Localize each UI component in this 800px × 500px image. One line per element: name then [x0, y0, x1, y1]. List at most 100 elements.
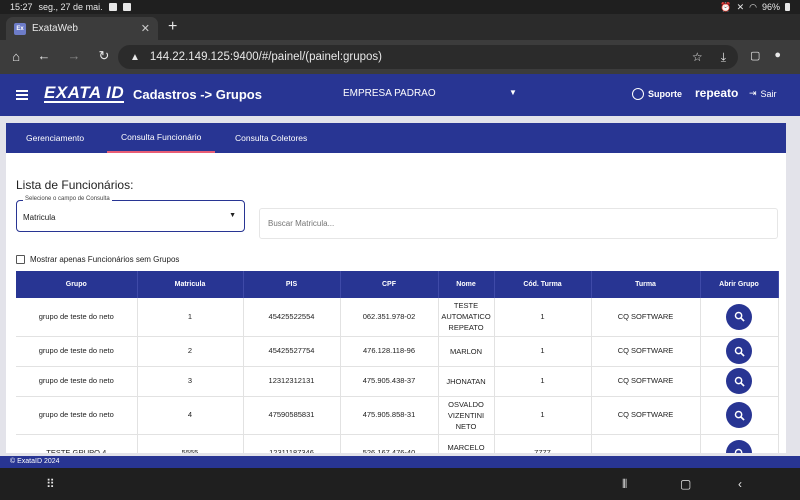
notification-icon [108, 3, 117, 11]
home-icon[interactable]: ⌂ [2, 49, 30, 64]
user-name: repeato [695, 86, 739, 100]
reload-icon[interactable]: ↻ [90, 48, 118, 64]
search-icon [734, 346, 745, 357]
search-field[interactable] [259, 208, 778, 239]
status-date: seg., 27 de mai. [38, 2, 103, 12]
column-header: Nome [438, 271, 495, 298]
tab-count-icon[interactable]: ▢ [750, 49, 760, 62]
cell-abrir-grupo [700, 336, 779, 367]
cell-pis: 45425527754 [243, 336, 341, 367]
tab-consulta-coletores[interactable]: Consulta Coletores [235, 123, 307, 153]
tab-consulta-funcionario[interactable]: Consulta Funcionário [107, 123, 216, 153]
battery-level: 96% [761, 2, 780, 12]
tab-gerenciamento[interactable]: Gerenciamento [26, 123, 84, 153]
cell-grupo: grupo de teste do neto [16, 396, 138, 435]
cell-matricula: 3 [137, 366, 244, 397]
wifi-icon: ◠ [749, 1, 757, 12]
column-header: Abrir Grupo [700, 271, 779, 298]
cell-matricula: 4 [137, 396, 244, 435]
support-label: Suporte [648, 89, 683, 99]
cell-cpf: 475.905.858-31 [340, 396, 439, 435]
app-drawer-icon[interactable]: ⠿ [46, 477, 55, 491]
table-row: grupo de teste do neto 4 47590585831 475… [16, 396, 779, 435]
cell-abrir-grupo [700, 298, 779, 337]
table-row: TESTE GRUPO 4 5555 12311187346 526.167.4… [16, 434, 779, 453]
select-value: Matricula [23, 213, 56, 222]
cell-abrir-grupo [700, 434, 779, 453]
download-icon[interactable]: ⤓ [721, 50, 726, 65]
search-input[interactable] [260, 209, 777, 238]
only-without-groups-checkbox[interactable]: Mostrar apenas Funcionários sem Grupos [16, 255, 179, 264]
cell-turma: CQ SOFTWARE [591, 336, 701, 367]
logout-label: Sair [760, 88, 777, 99]
cell-grupo: grupo de teste do neto [16, 298, 138, 337]
mute-icon: ✕ [736, 1, 745, 12]
hamburger-menu-icon[interactable] [16, 90, 28, 102]
close-tab-icon[interactable]: ✕ [141, 22, 150, 35]
cell-cpf: 526.167.476-40 [340, 434, 439, 453]
back-icon[interactable]: ← [30, 48, 58, 63]
cell-pis: 12312312131 [243, 366, 341, 397]
cell-cod-turma: 1 [494, 396, 592, 435]
list-heading: Lista de Funcionários: [16, 178, 134, 192]
cell-grupo: grupo de teste do neto [16, 366, 138, 397]
table-row: grupo de teste do neto 3 12312312131 475… [16, 366, 779, 397]
support-button[interactable]: Suporte [632, 88, 682, 100]
column-header: Cód. Turma [494, 271, 592, 298]
cell-nome: JHONATAN [438, 366, 495, 397]
system-nav-bar: ⠿ ⦀ ▢ ‹ [0, 468, 800, 500]
cell-cod-turma: 7777 [494, 434, 592, 453]
recents-icon[interactable]: ⦀ [622, 477, 627, 492]
search-icon [734, 311, 745, 322]
browser-tab[interactable]: Ex ExataWeb ✕ [6, 17, 158, 40]
url-text[interactable]: 144.22.149.125:9400/#/painel/(painel:gru… [150, 51, 382, 63]
company-selector[interactable]: EMPRESA PADRAO [343, 88, 436, 99]
cell-cod-turma: 1 [494, 366, 592, 397]
cell-matricula: 5555 [137, 434, 244, 453]
open-group-button[interactable] [726, 338, 752, 364]
query-field-select[interactable]: Selecione o campo de Consulta Matricula … [16, 196, 245, 232]
browser-toolbar: ⌂ ← → ↻ ▲ 144.22.149.125:9400/#/painel/(… [0, 40, 800, 74]
alarm-icon: ⏰ [720, 1, 732, 12]
column-header: PIS [243, 271, 341, 298]
cell-nome: MARLON [438, 336, 495, 367]
cell-pis: 45425522554 [243, 298, 341, 337]
bookmark-star-icon[interactable]: ☆ [692, 50, 703, 65]
home-nav-icon[interactable]: ▢ [680, 477, 691, 491]
cell-cpf: 475.905.438-37 [340, 366, 439, 397]
open-group-button[interactable] [726, 440, 752, 453]
cell-abrir-grupo [700, 366, 779, 397]
cell-turma: CQ SOFTWARE [591, 366, 701, 397]
cell-turma [591, 434, 701, 453]
whatsapp-icon [632, 88, 644, 100]
open-group-button[interactable] [726, 303, 752, 330]
forward-icon[interactable]: → [60, 48, 88, 63]
cell-turma: CQ SOFTWARE [591, 298, 701, 337]
new-tab-icon[interactable]: + [168, 18, 177, 36]
address-bar[interactable]: ▲ 144.22.149.125:9400/#/painel/(painel:g… [118, 45, 738, 69]
not-secure-icon[interactable]: ▲ [130, 52, 140, 63]
logout-button[interactable]: ⇥ Sair [749, 88, 777, 99]
cell-nome: OSVALDO VIZENTINI NETO [438, 396, 495, 435]
table-header-row: Grupo Matricula PIS CPF Nome Cód. Turma … [16, 271, 779, 298]
column-header: Matricula [137, 271, 244, 298]
cell-turma: CQ SOFTWARE [591, 396, 701, 435]
system-status-bar: 15:27 seg., 27 de mai. ⏰ ✕ ◠ 96% [0, 0, 800, 14]
column-header: CPF [340, 271, 439, 298]
main-content: Gerenciamento Consulta Funcionário Consu… [0, 116, 800, 456]
open-group-button[interactable] [726, 368, 752, 394]
checkbox-icon[interactable] [16, 255, 25, 264]
battery-icon [785, 3, 790, 11]
back-nav-icon[interactable]: ‹ [738, 477, 742, 491]
chevron-down-icon: ▼ [229, 212, 236, 219]
notification-icon [122, 3, 131, 11]
cell-cpf: 062.351.978-02 [340, 298, 439, 337]
select-label: Selecione o campo de Consulta [23, 196, 112, 202]
cell-matricula: 1 [137, 298, 244, 337]
page-title: Cadastros -> Grupos [133, 87, 262, 102]
open-group-button[interactable] [726, 402, 752, 428]
cell-nome: TESTE AUTOMATICO REPEATO [438, 298, 495, 337]
chevron-down-icon[interactable]: ▼ [509, 88, 517, 97]
cell-nome: MARCELO VINICIUS [438, 434, 495, 453]
menu-icon[interactable]: ● [774, 49, 781, 62]
